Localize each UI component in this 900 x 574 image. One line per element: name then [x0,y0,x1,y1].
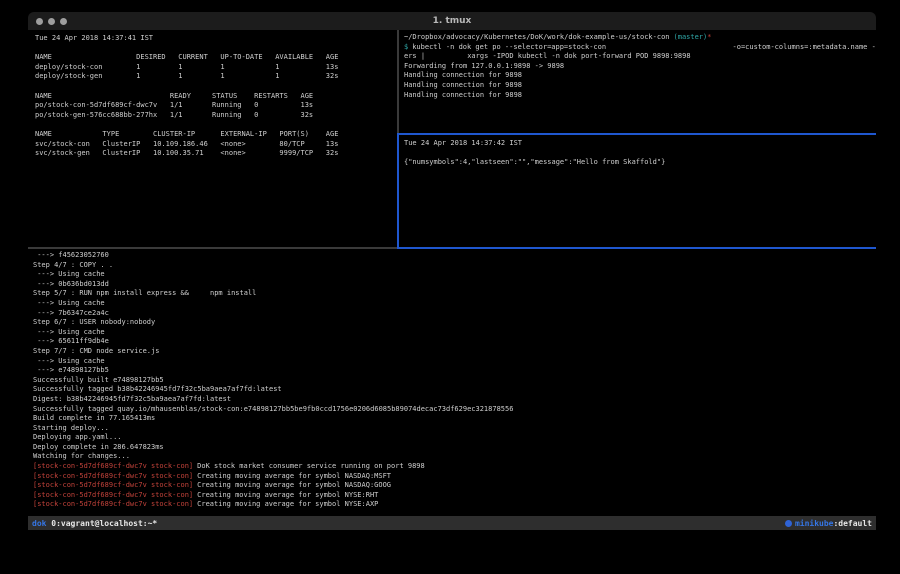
pod-log-message: DoK stock market consumer service runnin… [197,462,425,470]
cwd-path: ~/Dropbox/advocacy/Kubernetes/DoK/work/d… [404,33,674,41]
pod-log-prefix: [stock-con-5d7df689cf-dwc7v stock-con] [33,462,197,470]
container-log-line: [stock-con-5d7df689cf-dwc7v stock-con]Cr… [33,500,876,510]
git-branch: (master) [674,33,708,41]
pane-kubectl-watch[interactable]: Tue 24 Apr 2018 14:37:41 IST NAME DESIRE… [28,30,397,247]
pane-curl-response[interactable]: Tue 24 Apr 2018 14:37:42 IST {"numsymbol… [399,135,876,247]
prompt-symbol: $ [404,43,412,51]
pane-border-vertical-active [397,133,399,249]
command-wrap-line: ers | xargs -IPOD kubectl -n dok port-fo… [404,52,876,62]
port-forward-output: Forwarding from 127.0.0.1:9898 -> 9898 H… [404,62,876,100]
pod-log-message: Creating moving average for symbol NASDA… [197,472,391,480]
git-dirty-flag: * [707,33,711,41]
kube-context: minikube [795,519,834,528]
terminal-window: 1. tmux Tue 24 Apr 2018 14:37:41 IST NAM… [28,12,876,530]
watch-timestamp: Tue 24 Apr 2018 14:37:41 IST [35,34,397,44]
container-log-line: [stock-con-5d7df689cf-dwc7v stock-con]Cr… [33,481,876,491]
pod-log-message: Creating moving average for symbol NYSE:… [197,500,378,508]
status-right: minikube:default [785,519,872,528]
pod-log-prefix: [stock-con-5d7df689cf-dwc7v stock-con] [33,491,197,499]
curl-json-response: {"numsymbols":4,"lastseen":"","message":… [404,158,876,168]
spacer [35,44,397,54]
docker-build-log: ---> f45623052760 Step 4/7 : COPY . . --… [33,251,876,462]
spacer [404,149,876,159]
pod-log-message: Creating moving average for symbol NYSE:… [197,491,378,499]
command-line: $kubectl -n dok get po --selector=app=st… [404,43,876,53]
kubernetes-context-icon [785,520,792,527]
status-left: dok 0:vagrant@localhost:~* [32,519,157,528]
container-log-line: [stock-con-5d7df689cf-dwc7v stock-con]Cr… [33,491,876,501]
pods-table: NAME READY STATUS RESTARTS AGE po/stock-… [35,92,397,121]
deployments-table: NAME DESIRED CURRENT UP-TO-DATE AVAILABL… [35,53,397,82]
pane-skaffold-build[interactable]: ---> f45623052760 Step 4/7 : COPY . . --… [28,249,876,516]
container-log-line: [stock-con-5d7df689cf-dwc7v stock-con]Cr… [33,472,876,482]
pane-port-forward[interactable]: ~/Dropbox/advocacy/Kubernetes/DoK/work/d… [399,30,876,133]
pane-border-vertical-inactive [397,30,399,133]
pod-log-prefix: [stock-con-5d7df689cf-dwc7v stock-con] [33,500,197,508]
shell-prompt-path: ~/Dropbox/advocacy/Kubernetes/DoK/work/d… [404,33,876,43]
spacer [35,82,397,92]
command-text: kubectl -n dok get po --selector=app=sto… [412,43,876,51]
pane-border-horizontal-active [399,133,876,135]
spacer [35,120,397,130]
pod-log-prefix: [stock-con-5d7df689cf-dwc7v stock-con] [33,472,197,480]
services-table: NAME TYPE CLUSTER-IP EXTERNAL-IP PORT(S)… [35,130,397,159]
window-title: 1. tmux [28,12,876,30]
kube-namespace: :default [833,519,872,528]
status-window-label[interactable]: 0:vagrant@localhost:~* [51,519,157,528]
session-name: dok [32,519,46,528]
tmux-status-bar: dok 0:vagrant@localhost:~* minikube:defa… [28,516,876,530]
pod-log-prefix: [stock-con-5d7df689cf-dwc7v stock-con] [33,481,197,489]
pod-log-message: Creating moving average for symbol NASDA… [197,481,391,489]
curl-timestamp: Tue 24 Apr 2018 14:37:42 IST [404,139,876,149]
window-titlebar: 1. tmux [28,12,876,30]
container-log-line: [stock-con-5d7df689cf-dwc7v stock-con]Do… [33,462,876,472]
